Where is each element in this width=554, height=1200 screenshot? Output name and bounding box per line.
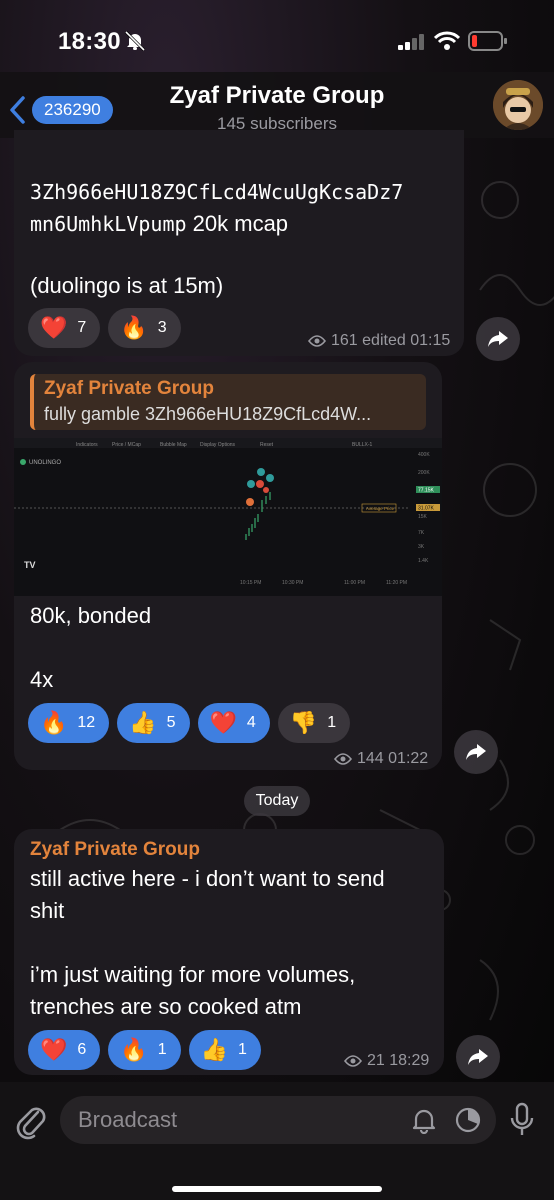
chart-toolbar-display: Display Options xyxy=(200,442,236,448)
reaction-thumbs-up[interactable]: 👍 5 xyxy=(117,703,190,743)
message-time: 18:29 xyxy=(389,1052,430,1069)
reactions-row: 🔥 12 👍 5 ❤️ 4 👎 1 xyxy=(28,703,351,743)
contract-address-tail: mn6UmhkLVpump xyxy=(30,212,187,236)
views-count: 21 xyxy=(367,1052,385,1069)
reaction-heart[interactable]: ❤️ 4 xyxy=(197,703,270,743)
reactions-row: ❤️ 6 🔥 1 👍 1 xyxy=(28,1030,261,1070)
message-time: edited 01:15 xyxy=(362,332,451,349)
message-text-line: 3Zh966eHU18Z9CfLcd4WcuUgKcsaDz7 xyxy=(30,180,404,204)
chart-y-tick-average: 31.07K xyxy=(418,506,435,512)
message-text-line: 80k, bonded xyxy=(30,603,152,628)
broadcast-placeholder: Broadcast xyxy=(78,1107,178,1132)
mcap-text: 20k mcap xyxy=(186,211,289,236)
share-button[interactable] xyxy=(456,1035,500,1079)
reply-preview[interactable]: Zyaf Private Group fully gamble 3Zh966eH… xyxy=(30,374,426,430)
share-arrow-icon xyxy=(468,1049,488,1065)
chart-y-tick: 15K xyxy=(418,514,428,520)
chart-toolbar-bubblemap: Bubble Map xyxy=(160,442,187,448)
group-avatar[interactable] xyxy=(493,80,543,130)
reaction-fire[interactable]: 🔥 12 xyxy=(28,703,110,743)
message-time: 01:22 xyxy=(388,750,429,767)
reaction-fire[interactable]: 🔥 3 xyxy=(108,308,181,348)
bell-off-icon xyxy=(124,30,146,52)
message-text-line: 4x xyxy=(30,667,54,692)
message-text-line: shit xyxy=(30,898,65,923)
reaction-thumbs-up[interactable]: 👍 1 xyxy=(188,1030,261,1070)
chart-ticker: UNOLINGO xyxy=(29,460,61,466)
message-meta: 161 edited 01:15 xyxy=(308,332,450,350)
reply-author: Zyaf Private Group xyxy=(44,378,214,399)
chart-y-tick: 200K xyxy=(418,470,430,476)
signal-icon xyxy=(398,34,424,50)
chart-x-tick: 10:15 PM xyxy=(240,580,261,586)
back-button[interactable]: 236290 xyxy=(8,94,124,126)
chart-symbol: BULLX-1 xyxy=(352,442,373,448)
chart-y-tick: 3K xyxy=(418,544,425,550)
share-arrow-icon xyxy=(488,331,508,347)
chart-toolbar-indicators: Indicators xyxy=(76,442,98,448)
message-author[interactable]: Zyaf Private Group xyxy=(30,839,200,861)
chart-average-price-label: Average Price xyxy=(366,506,395,511)
views-count: 144 xyxy=(357,750,384,767)
message-text-line: mn6UmhkLVpump 20k mcap xyxy=(30,208,288,240)
reaction-fire[interactable]: 🔥 1 xyxy=(108,1030,181,1070)
chart-x-tick: 11:00 PM xyxy=(344,580,365,586)
views-icon xyxy=(308,335,326,347)
home-indicator[interactable] xyxy=(172,1186,382,1192)
message-meta: 144 01:22 xyxy=(334,750,428,768)
wifi-icon xyxy=(434,31,460,50)
chart-x-tick: 11:20 PM xyxy=(386,580,407,586)
message-text-line: (duolingo is at 15m) xyxy=(30,273,224,298)
message-text-line: i’m just waiting for more volumes, xyxy=(30,962,356,987)
chart-y-tick-current: 77.15K xyxy=(418,488,435,494)
chat-title-area[interactable]: Zyaf Private Group 145 subscribers xyxy=(140,82,414,134)
share-button[interactable] xyxy=(476,317,520,361)
chart-y-tick: 400K xyxy=(418,452,430,458)
chat-title: Zyaf Private Group xyxy=(169,82,385,109)
reaction-heart[interactable]: ❤️ 6 xyxy=(28,1030,101,1070)
message-text-line: still active here - i don’t want to send xyxy=(30,866,385,891)
chart-y-tick: 1.4K xyxy=(418,558,429,564)
views-icon xyxy=(344,1055,362,1067)
reply-text: fully gamble 3Zh966eHU18Z9CfLcd4W... xyxy=(44,404,372,424)
reaction-thumbs-down[interactable]: 👎 1 xyxy=(277,703,351,743)
chevron-left-icon xyxy=(10,96,25,124)
chart-toolbar-reset: Reset xyxy=(260,442,274,448)
reaction-heart[interactable]: ❤️ 7 xyxy=(28,308,101,348)
chart-y-tick: 7K xyxy=(418,530,425,536)
chart-toolbar-price: Price / MCap xyxy=(112,442,141,448)
chart-preview: Indicators Price / MCap Bubble Map Displ… xyxy=(14,438,442,596)
views-icon xyxy=(334,753,352,765)
date-separator: Today xyxy=(244,786,310,816)
attach-icon[interactable] xyxy=(14,1100,48,1140)
reactions-row: ❤️ 7 🔥 3 xyxy=(28,308,181,348)
microphone-icon[interactable] xyxy=(508,1102,536,1138)
avatar-image xyxy=(493,80,543,130)
unread-count-badge: 236290 xyxy=(32,96,113,124)
battery-icon xyxy=(468,31,507,51)
bell-icon[interactable] xyxy=(410,1106,438,1134)
auto-delete-timer-icon[interactable] xyxy=(454,1106,482,1134)
chat-header: 236290 Zyaf Private Group 145 subscriber… xyxy=(0,72,554,138)
svg-text:TV: TV xyxy=(24,560,36,570)
chart-x-tick: 10:30 PM xyxy=(282,580,303,586)
chart-screenshot-image[interactable]: Indicators Price / MCap Bubble Map Displ… xyxy=(14,438,442,596)
share-arrow-icon xyxy=(466,744,486,760)
status-bar: 18:30 xyxy=(0,0,554,80)
status-time: 18:30 xyxy=(58,28,121,55)
message-text-line: trenches are so cooked atm xyxy=(30,994,302,1019)
views-count: 161 xyxy=(331,332,358,349)
message-meta: 21 18:29 xyxy=(344,1052,429,1070)
share-button[interactable] xyxy=(454,730,498,774)
